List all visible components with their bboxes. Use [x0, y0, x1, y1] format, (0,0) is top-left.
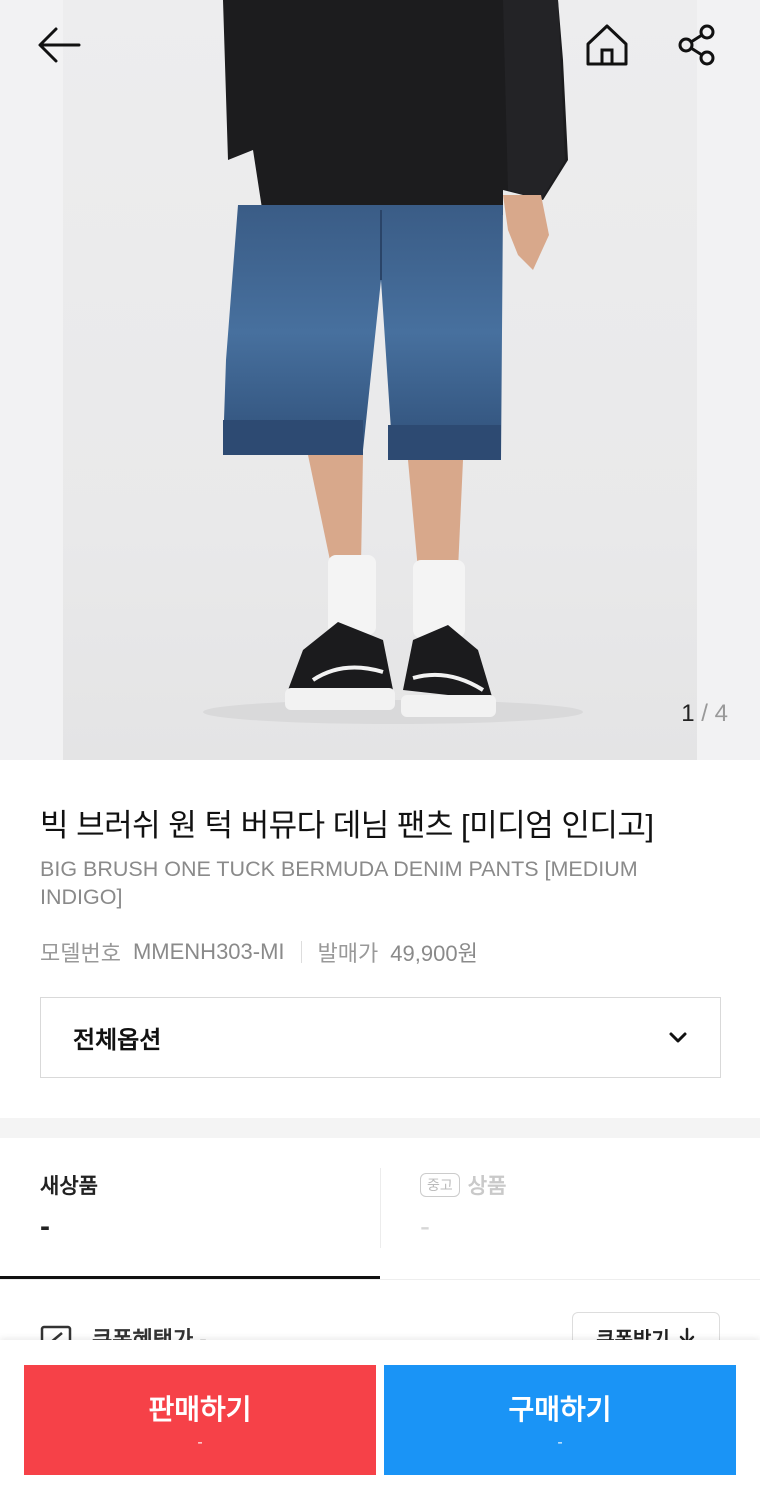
image-counter-separator: / [701, 700, 708, 727]
back-button[interactable] [36, 22, 82, 68]
sell-button-price: - [197, 1434, 203, 1451]
buy-button-price: - [557, 1434, 563, 1451]
buy-button-label: 구매하기 [508, 1394, 612, 1425]
release-price-label: 발매가 [317, 941, 379, 966]
used-badge: 중고 [420, 1173, 460, 1197]
arrow-left-icon [38, 27, 81, 63]
tab-used-product[interactable]: 중고 상품 - [380, 1138, 760, 1280]
sell-button[interactable]: 판매하기 - [24, 1365, 376, 1475]
tab-new-title: 새상품 [40, 1175, 98, 1198]
image-counter-current: 1 [681, 700, 695, 727]
tab-new-product[interactable]: 새상품 - [0, 1138, 380, 1280]
option-select[interactable]: 전체옵션 [40, 997, 721, 1078]
condition-tabs: 새상품 - 중고 상품 - [0, 1138, 760, 1280]
image-counter-total: 4 [714, 700, 728, 727]
tab-used-title: 상품 [467, 1175, 507, 1198]
model-number-label: 모델번호 [40, 941, 121, 966]
buy-button[interactable]: 구매하기 - [384, 1365, 736, 1475]
share-icon [678, 24, 715, 66]
release-price-value: 49,900원 [390, 941, 478, 966]
active-tab-indicator [0, 1276, 380, 1279]
sell-button-label: 판매하기 [148, 1394, 252, 1425]
home-icon [586, 24, 628, 66]
product-photo [63, 0, 697, 760]
share-button[interactable] [674, 22, 720, 68]
product-meta: 모델번호 MMENH303-MI 발매가 49,900원 [40, 936, 478, 968]
option-select-label: 전체옵션 [73, 1027, 162, 1054]
product-title: 빅 브러쉬 원 턱 버뮤다 데님 팬츠 [미디엄 인디고] [40, 808, 654, 843]
product-photo-illustration [203, 0, 583, 724]
meta-divider [300, 941, 302, 963]
tab-used-title-row: 중고 상품 [420, 1170, 760, 1200]
model-number-value: MMENH303-MI [132, 939, 285, 964]
chevron-down-icon [669, 1032, 687, 1042]
tab-new-price: - [40, 1210, 50, 1243]
bottom-action-bar: 판매하기 - 구매하기 - [0, 1340, 760, 1500]
product-subtitle: BIG BRUSH ONE TUCK BERMUDA DENIM PANTS [… [40, 857, 638, 909]
image-counter: 1 / 4 [681, 700, 728, 728]
product-image-carousel[interactable]: 1 / 4 [0, 0, 760, 760]
section-divider [0, 1118, 760, 1138]
tab-used-price: - [420, 1210, 430, 1243]
home-button[interactable] [584, 22, 630, 68]
